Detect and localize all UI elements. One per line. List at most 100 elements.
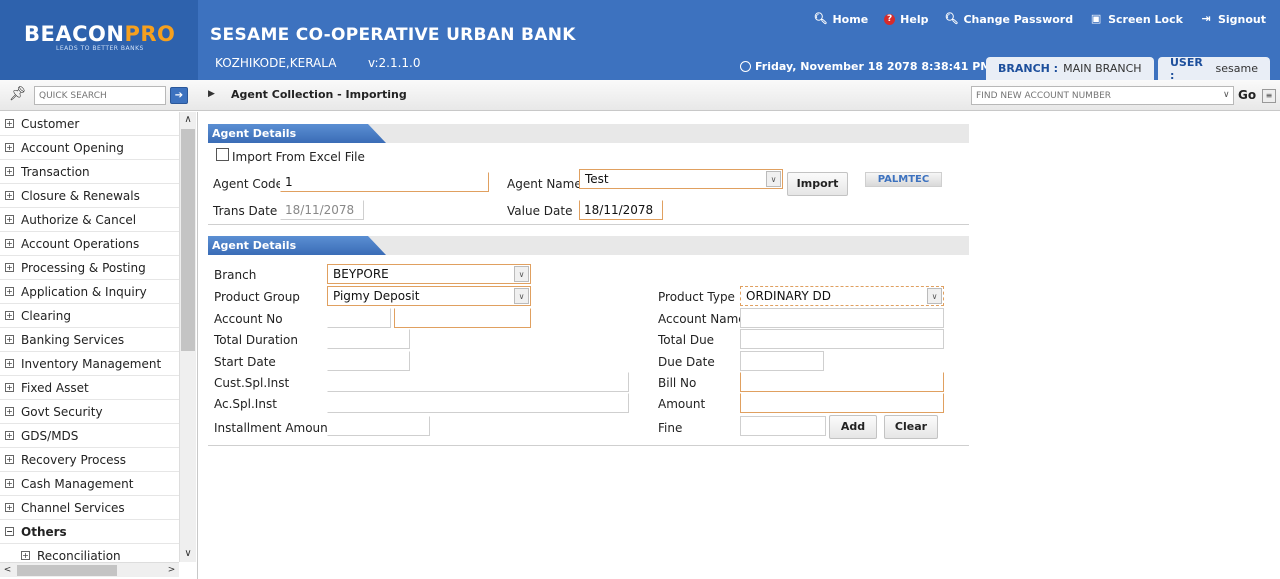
screen-lock-link[interactable]: ▣ Screen Lock: [1089, 12, 1183, 26]
chevron-down-icon[interactable]: ∨: [766, 171, 781, 187]
sidebar-item-transaction[interactable]: + Transaction: [0, 160, 179, 184]
expand-icon: +: [5, 359, 14, 368]
sidebar-item-application-inquiry[interactable]: + Application & Inquiry: [0, 280, 179, 304]
trans-date-field[interactable]: [280, 200, 364, 220]
chevron-down-icon[interactable]: ∨: [1223, 87, 1233, 104]
sidebar-item-label: Account Opening: [21, 140, 124, 155]
clear-button[interactable]: Clear: [884, 415, 938, 439]
breadcrumb-arrow-icon: ▶: [208, 89, 215, 99]
quick-search-input[interactable]: [34, 86, 166, 105]
account-no-field[interactable]: [394, 308, 531, 328]
import-button[interactable]: Import: [787, 172, 848, 196]
bill-no-field[interactable]: [740, 372, 944, 392]
chevron-down-icon[interactable]: ∨: [514, 288, 529, 304]
entry-details-title: Agent Details: [208, 236, 386, 255]
sidebar-item-label: GDS/MDS: [21, 428, 79, 443]
installment-amount-label: Installment Amount: [214, 421, 333, 435]
sidebar-item-account-operations[interactable]: + Account Operations: [0, 232, 179, 256]
fine-label: Fine: [658, 421, 683, 435]
branch-select[interactable]: BEYPORE ∨: [327, 264, 531, 284]
chevron-down-icon[interactable]: ∨: [927, 288, 942, 304]
sidebar-item-govt-security[interactable]: + Govt Security: [0, 400, 179, 424]
sidebar-item-account-opening[interactable]: + Account Opening: [0, 136, 179, 160]
expand-icon: +: [5, 167, 14, 176]
sidebar-item-recovery-process[interactable]: + Recovery Process: [0, 448, 179, 472]
sidebar-horizontal-scrollbar[interactable]: < >: [0, 562, 179, 577]
sidebar-vertical-scrollbar[interactable]: ∧ ∨: [179, 112, 196, 562]
total-duration-field[interactable]: [327, 329, 410, 349]
sidebar-menu: + Customer + Account Opening + Transaction …: [0, 112, 179, 562]
expand-icon: +: [5, 431, 14, 440]
chevron-right-icon[interactable]: >: [164, 563, 179, 578]
fine-field[interactable]: [740, 416, 826, 436]
logo-area: BEACONPRO LEADS TO BETTER BANKS: [0, 0, 198, 80]
chevron-up-icon[interactable]: ∧: [180, 112, 196, 128]
pin-icon[interactable]: 📌︎: [9, 86, 27, 102]
change-password-link[interactable]: 🔍︎ Change Password: [944, 12, 1073, 26]
sidebar-item-label: Authorize & Cancel: [21, 212, 137, 227]
chevron-down-icon[interactable]: ∨: [514, 266, 529, 282]
signout-link[interactable]: ⇥ Signout: [1199, 12, 1266, 26]
chevron-down-icon[interactable]: ∨: [180, 546, 196, 562]
menu-icon[interactable]: ≡: [1262, 89, 1276, 103]
import-excel-checkbox[interactable]: [216, 148, 229, 161]
user-tab: USER : sesame: [1158, 56, 1270, 82]
sidebar-item-clearing[interactable]: + Clearing: [0, 304, 179, 328]
account-name-field[interactable]: [740, 308, 944, 328]
clock-icon: [740, 61, 751, 72]
datetime-display: Friday, November 18 2078 8:38:41 PM: [740, 60, 991, 73]
user-value: sesame: [1215, 62, 1258, 75]
agent-details-header: Agent Details: [208, 124, 969, 143]
entry-details-header: Agent Details: [208, 236, 969, 255]
account-search-input[interactable]: [971, 86, 1234, 105]
go-button[interactable]: Go: [1238, 88, 1256, 102]
sidebar-item-fixed-asset[interactable]: + Fixed Asset: [0, 376, 179, 400]
installment-amount-field[interactable]: [327, 416, 430, 436]
ac-spl-inst-label: Ac.Spl.Inst: [214, 397, 277, 411]
product-group-select[interactable]: Pigmy Deposit ∨: [327, 286, 531, 306]
sidebar-item-label: Closure & Renewals: [21, 188, 140, 203]
product-type-select[interactable]: ORDINARY DD ∨: [740, 286, 944, 306]
expand-icon: +: [5, 311, 14, 320]
amount-field[interactable]: [740, 393, 944, 413]
sidebar-item-gds-mds[interactable]: + GDS/MDS: [0, 424, 179, 448]
bank-name: SESAME CO-OPERATIVE URBAN BANK: [210, 25, 576, 45]
sidebar-item-closure-renewals[interactable]: + Closure & Renewals: [0, 184, 179, 208]
home-link[interactable]: 🔍︎ Home: [813, 12, 868, 26]
scrollbar-thumb[interactable]: [17, 565, 117, 576]
agent-details-title: Agent Details: [208, 124, 386, 143]
due-date-label: Due Date: [658, 355, 715, 369]
cust-spl-inst-field[interactable]: [327, 372, 629, 392]
sidebar-item-channel-services[interactable]: + Channel Services: [0, 496, 179, 520]
agent-name-select[interactable]: Test ∨: [579, 169, 783, 189]
value-date-field[interactable]: [579, 200, 663, 220]
sidebar-item-banking-services[interactable]: + Banking Services: [0, 328, 179, 352]
ac-spl-inst-field[interactable]: [327, 393, 629, 413]
sidebar-item-authorize-cancel[interactable]: + Authorize & Cancel: [0, 208, 179, 232]
sidebar-item-others[interactable]: − Others: [0, 520, 179, 544]
total-due-field[interactable]: [740, 329, 944, 349]
account-name-label: Account Name: [658, 312, 746, 326]
product-type-value: ORDINARY DD: [746, 289, 831, 303]
total-due-label: Total Due: [658, 333, 715, 347]
sidebar-item-reconciliation[interactable]: + Reconciliation: [0, 544, 179, 562]
due-date-field[interactable]: [740, 351, 824, 371]
expand-icon: +: [5, 503, 14, 512]
chevron-left-icon[interactable]: <: [0, 563, 15, 578]
sidebar-item-customer[interactable]: + Customer: [0, 112, 179, 136]
sidebar-item-cash-management[interactable]: + Cash Management: [0, 472, 179, 496]
agent-code-field[interactable]: [280, 172, 489, 192]
product-group-value: Pigmy Deposit: [333, 289, 420, 303]
sidebar-item-label: Govt Security: [21, 404, 103, 419]
account-no-prefix-field[interactable]: [327, 308, 391, 328]
palmtec-button[interactable]: PALMTEC: [865, 172, 942, 187]
sidebar-item-processing-posting[interactable]: + Processing & Posting: [0, 256, 179, 280]
quick-search-go-button[interactable]: ➔: [170, 87, 188, 104]
scrollbar-thumb[interactable]: [181, 129, 195, 351]
help-link[interactable]: ? Help: [884, 12, 928, 26]
start-date-field[interactable]: [327, 351, 410, 371]
add-button[interactable]: Add: [829, 415, 877, 439]
expand-icon: +: [5, 215, 14, 224]
sidebar-item-inventory-management[interactable]: + Inventory Management: [0, 352, 179, 376]
sidebar-item-label: Application & Inquiry: [21, 284, 147, 299]
